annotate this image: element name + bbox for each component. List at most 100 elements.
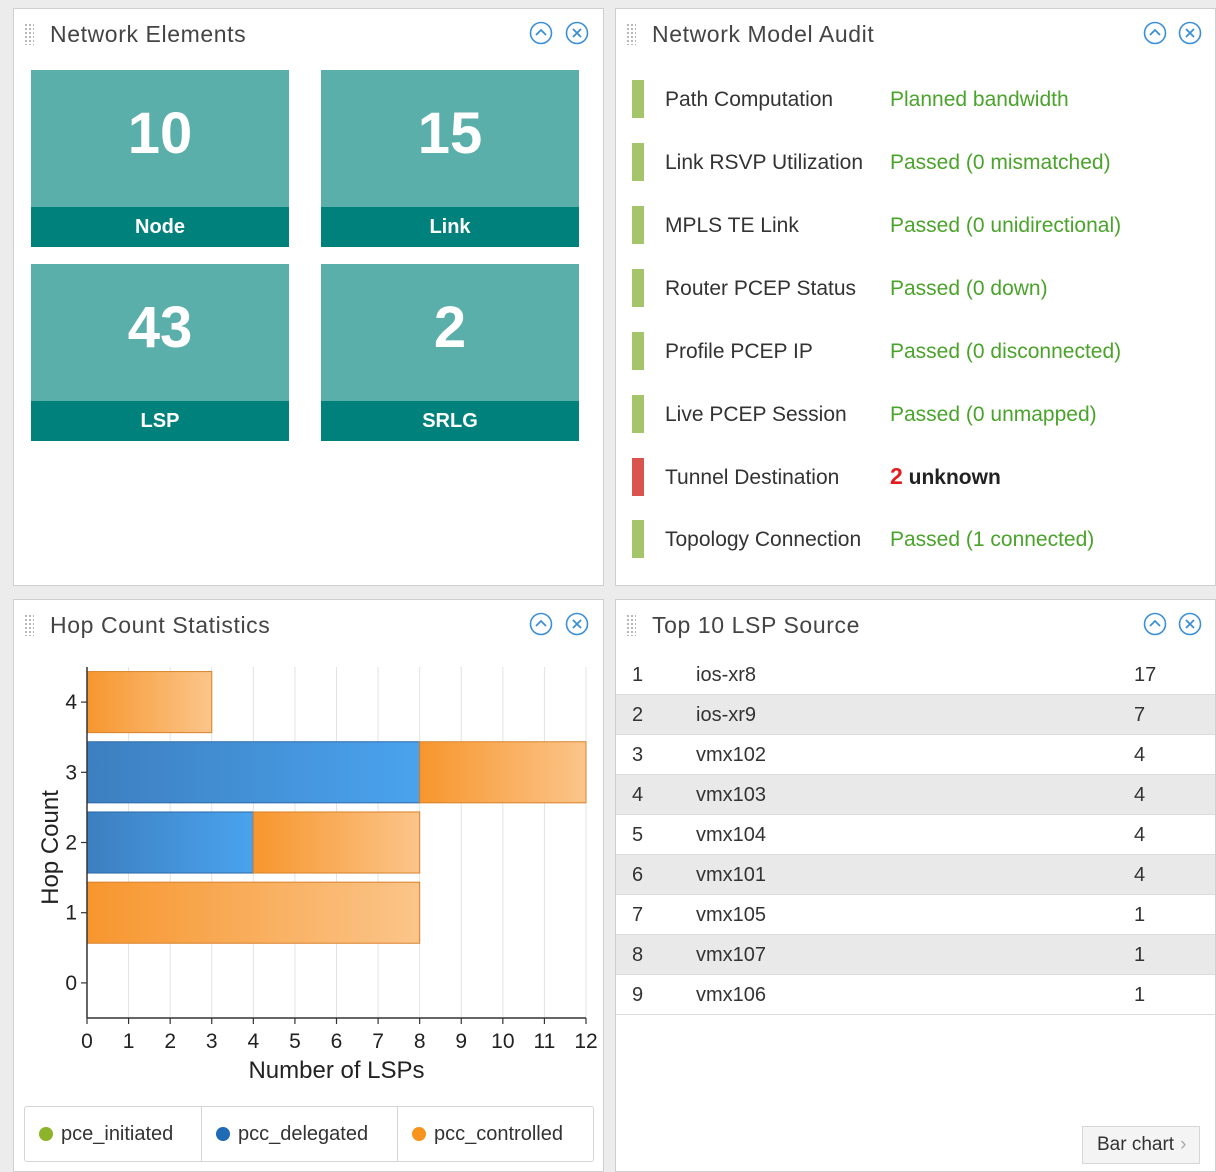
panel-header[interactable]: Hop Count Statistics: [14, 600, 603, 650]
bar-pcc_controlled-2: [252, 811, 421, 874]
audit-status[interactable]: Passed (0 mismatched): [890, 151, 1111, 175]
row-count: 7: [1134, 704, 1146, 726]
row-rank: 4: [632, 784, 644, 806]
audit-name: Profile PCEP IP: [665, 340, 813, 363]
close-circle-icon[interactable]: [565, 21, 589, 45]
legend-dot: [39, 1127, 53, 1141]
audit-name: Path Computation: [665, 88, 834, 111]
status-bar: [632, 332, 644, 370]
bar-chart-button[interactable]: Bar chart ›: [1082, 1126, 1200, 1164]
tile-label: LSP: [31, 401, 289, 441]
legend-dot: [216, 1127, 230, 1141]
drag-grip-icon[interactable]: [626, 23, 636, 45]
audit-status[interactable]: Passed (0 unmapped): [890, 403, 1097, 427]
tile-link[interactable]: 15 Link: [321, 70, 579, 247]
row-name: vmx103: [696, 784, 767, 806]
audit-name: Live PCEP Session: [665, 403, 847, 426]
hop-count-chart: 0 1 2 3 4 5 6 7 8 9 10 11 1201234Number of LSPsHop C…: [37, 667, 598, 1084]
audit-status[interactable]: Passed (0 unidirectional): [890, 214, 1121, 238]
hop-count-panel: Hop Count Statistics 0 1 2 3 4 5 6 7 8 9 10 11 12 0 1 2…: [13, 599, 604, 1172]
row-count: 1: [1134, 904, 1146, 926]
audit-status[interactable]: Passed (1 connected): [890, 528, 1094, 552]
row-count: 1: [1134, 984, 1146, 1006]
status-bar: [632, 395, 644, 433]
collapse-up-icon[interactable]: [1143, 612, 1167, 636]
audit-status[interactable]: Planned bandwidth: [890, 88, 1069, 112]
network-elements-panel: Network Elements 10 Node 15 Link 43 LSP …: [13, 8, 604, 586]
audit-row-mpls-te-link: MPLS TE Link Passed (0 unidirectional): [616, 206, 1215, 246]
row-rank: 7: [632, 904, 644, 926]
audit-row-link-rsvp: Link RSVP Utilization Passed (0 mismatch…: [616, 143, 1215, 183]
x-tick-label: 12: [574, 1030, 597, 1053]
chevron-right-icon: ›: [1180, 1134, 1187, 1155]
table-row[interactable]: 2 ios-xr9 7: [616, 695, 1215, 735]
audit-row-profile-pcep-ip: Profile PCEP IP Passed (0 disconnected): [616, 332, 1215, 372]
drag-grip-icon[interactable]: [24, 614, 34, 636]
tile-label: Link: [321, 207, 579, 247]
collapse-up-icon[interactable]: [529, 612, 553, 636]
audit-name: Topology Connection: [665, 528, 862, 551]
y-tick-label: 4: [65, 691, 77, 714]
audit-status[interactable]: Passed (0 disconnected): [890, 340, 1121, 364]
tile-lsp[interactable]: 43 LSP: [31, 264, 289, 441]
table-row[interactable]: 9 vmx106 1: [616, 975, 1215, 1015]
table-row[interactable]: 7 vmx105 1: [616, 895, 1215, 935]
y-axis-label: Hop Count: [37, 790, 64, 905]
table-row[interactable]: 5 vmx104 4: [616, 815, 1215, 855]
panel-header[interactable]: Network Model Audit: [616, 9, 1215, 59]
tile-label: Node: [31, 207, 289, 247]
table-row[interactable]: 6 vmx101 4: [616, 855, 1215, 895]
x-tick-label: 3: [206, 1030, 218, 1053]
row-name: ios-xr8: [696, 664, 757, 686]
top-lsp-source-panel: Top 10 LSP Source 1 ios-xr8 17 2 ios-xr9…: [615, 599, 1216, 1172]
legend-item-pce-initiated[interactable]: pce_initiated: [25, 1107, 202, 1161]
legend-item-pcc-controlled[interactable]: pcc_controlled: [398, 1107, 593, 1161]
row-rank: 1: [632, 664, 644, 686]
audit-status[interactable]: Passed (0 down): [890, 277, 1048, 301]
row-rank: 2: [632, 704, 644, 726]
audit-status[interactable]: 2 unknown: [890, 463, 1001, 490]
row-rank: 6: [632, 864, 644, 886]
fail-status-text: unknown: [908, 466, 1001, 489]
table-row[interactable]: 4 vmx103 4: [616, 775, 1215, 815]
status-bar: [632, 520, 644, 558]
y-tick-label: 3: [65, 761, 77, 784]
bar-pcc_delegated-2: [86, 811, 254, 874]
row-name: vmx105: [696, 904, 767, 926]
tile-srlg[interactable]: 2 SRLG: [321, 264, 579, 441]
x-tick-label: 10: [491, 1030, 514, 1053]
row-count: 1: [1134, 944, 1146, 966]
table-row[interactable]: 8 vmx107 1: [616, 935, 1215, 975]
row-rank: 3: [632, 744, 644, 766]
drag-grip-icon[interactable]: [626, 614, 636, 636]
tile-node[interactable]: 10 Node: [31, 70, 289, 247]
row-count: 4: [1134, 744, 1146, 766]
panel-header[interactable]: Top 10 LSP Source: [616, 600, 1215, 650]
x-tick-label: 9: [455, 1030, 467, 1053]
network-model-audit-panel: Network Model Audit Path Computation Pla…: [615, 8, 1216, 586]
row-name: vmx104: [696, 824, 767, 846]
table-row[interactable]: 1 ios-xr8 17: [616, 655, 1215, 695]
chart-legend: pce_initiated pcc_delegated pcc_controll…: [24, 1106, 594, 1162]
tile-value: 43: [127, 295, 193, 360]
x-tick-label: 6: [331, 1030, 343, 1053]
row-rank: 9: [632, 984, 644, 1006]
collapse-up-icon[interactable]: [529, 21, 553, 45]
collapse-up-icon[interactable]: [1143, 21, 1167, 45]
panel-header[interactable]: Network Elements: [14, 9, 603, 59]
row-count: 4: [1134, 824, 1146, 846]
table-row[interactable]: 3 vmx102 4: [616, 735, 1215, 775]
close-circle-icon[interactable]: [1178, 21, 1202, 45]
bar-chart-label: Bar chart: [1097, 1134, 1175, 1155]
x-axis-label: Number of LSPs: [248, 1057, 424, 1084]
legend-item-pcc-delegated[interactable]: pcc_delegated: [202, 1107, 398, 1161]
status-bar: [632, 269, 644, 307]
drag-grip-icon[interactable]: [24, 23, 34, 45]
tile-value: 2: [433, 295, 467, 360]
row-rank: 5: [632, 824, 644, 846]
close-circle-icon[interactable]: [1178, 612, 1202, 636]
tile-value: 15: [417, 101, 483, 166]
close-circle-icon[interactable]: [565, 612, 589, 636]
row-name: vmx101: [696, 864, 767, 886]
legend-label: pce_initiated: [61, 1123, 174, 1145]
